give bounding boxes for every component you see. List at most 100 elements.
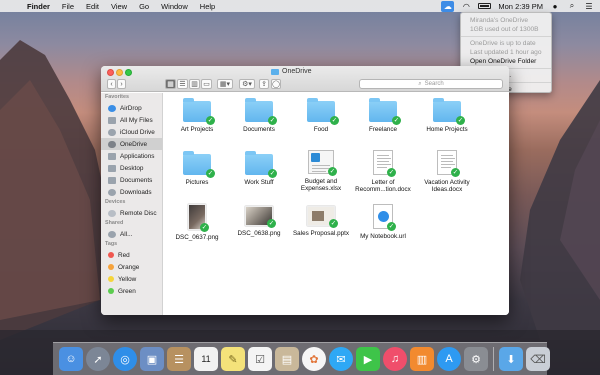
facetime-icon[interactable]: ▶ xyxy=(356,347,380,371)
onedrive-icon xyxy=(108,140,116,148)
ibooks-icon[interactable]: ▥ xyxy=(410,347,434,371)
sidebar-tag-yellow[interactable]: Yellow xyxy=(101,273,162,285)
system-preferences-icon[interactable]: ⚙ xyxy=(464,347,488,371)
menu-view[interactable]: View xyxy=(111,2,127,11)
wifi-icon[interactable]: ◠ xyxy=(461,2,471,11)
folder-icon: ✓ xyxy=(433,98,465,125)
preview-icon[interactable]: ▣ xyxy=(140,347,164,371)
file-name: Budget and Expenses.xlsx xyxy=(300,178,342,193)
menu-file[interactable]: File xyxy=(62,2,74,11)
sidebar-item-airdrop[interactable]: AirDrop xyxy=(101,102,162,114)
menu-finder[interactable]: Finder xyxy=(27,2,50,11)
finder-icon[interactable]: ☺ xyxy=(59,347,83,371)
search-input[interactable]: ⌕ Search xyxy=(359,79,503,89)
synced-check-icon: ✓ xyxy=(387,168,396,177)
action-gear-button[interactable]: ⚙▾ xyxy=(239,79,255,89)
sidebar-item-label: iCloud Drive xyxy=(120,128,155,136)
music-icon[interactable]: ♫ xyxy=(383,347,407,371)
file-item[interactable]: ✓ Vacation Activity Ideas.docx xyxy=(416,150,478,193)
file-item[interactable]: ✓ Pictures xyxy=(166,151,228,186)
file-item[interactable]: ✓ Sales Proposal.pptx xyxy=(290,206,352,237)
file-item[interactable]: ✓ Food xyxy=(290,98,352,133)
menu-edit[interactable]: Edit xyxy=(86,2,99,11)
onedrive-last-updated: Last updated 1 hour ago xyxy=(470,49,542,56)
file-name: Pictures xyxy=(185,179,209,186)
document-icon: ✓ xyxy=(373,150,396,177)
sidebar-item-label: OneDrive xyxy=(120,140,147,148)
file-name: Food xyxy=(313,126,329,133)
spotlight-search-icon[interactable]: ⌕ xyxy=(567,1,577,11)
downloads-stack-icon[interactable]: ⬇ xyxy=(499,347,523,371)
share-button[interactable]: ⇪ xyxy=(259,79,269,89)
sidebar-item-icloud-drive[interactable]: iCloud Drive xyxy=(101,126,162,138)
file-item[interactable]: ✓ Letter of Recomm...tion.docx xyxy=(352,150,414,193)
search-icon: ⌕ xyxy=(418,80,422,87)
sidebar-item-downloads[interactable]: Downloads xyxy=(101,186,162,198)
safari-icon[interactable]: ◎ xyxy=(113,347,137,371)
tags-button[interactable]: ◯ xyxy=(271,79,281,89)
calendar-icon[interactable]: 11 xyxy=(194,347,218,371)
file-item[interactable]: ✓ Budget and Expenses.xlsx xyxy=(290,150,352,192)
cloud-icon xyxy=(108,128,116,136)
close-window-button[interactable] xyxy=(107,69,114,76)
file-item[interactable]: ✓ Work Stuff xyxy=(228,151,290,186)
battery-icon[interactable] xyxy=(478,3,492,9)
onedrive-status-icon[interactable]: ☁ xyxy=(441,0,455,12)
folder-icon: ✓ xyxy=(245,151,277,178)
reminders-icon[interactable]: ☑ xyxy=(248,347,272,371)
file-name: Vacation Activity Ideas.docx xyxy=(424,179,470,194)
notification-center-icon[interactable]: ☰ xyxy=(584,2,594,11)
notes-icon[interactable]: ✎ xyxy=(221,347,245,371)
red-tag-icon xyxy=(108,252,114,258)
menubar-clock[interactable]: Mon 2:39 PM xyxy=(498,2,543,11)
file-item[interactable]: ✓ My Notebook.url xyxy=(352,204,414,240)
sidebar-tag-green[interactable]: Green xyxy=(101,285,162,297)
arrange-button[interactable]: ▦▾ xyxy=(217,79,233,89)
file-item[interactable]: ✓ Home Projects xyxy=(416,98,478,133)
sidebar-item-shared-all[interactable]: All... xyxy=(101,228,162,240)
file-name: DSC_0638.png xyxy=(237,230,281,237)
search-placeholder: Search xyxy=(424,81,444,87)
sidebar-item-onedrive[interactable]: OneDrive xyxy=(101,138,162,150)
photos-icon[interactable]: ✿ xyxy=(302,347,326,371)
sidebar-header-devices: Devices xyxy=(105,199,126,205)
app-store-icon[interactable]: A xyxy=(437,347,461,371)
back-button[interactable]: ‹ xyxy=(107,79,116,89)
sidebar-item-desktop[interactable]: Desktop xyxy=(101,162,162,174)
sidebar-item-label: Orange xyxy=(118,263,140,271)
file-name: Sales Proposal.pptx xyxy=(292,230,349,237)
onedrive-status-text: OneDrive is up to date xyxy=(470,40,536,47)
file-item[interactable]: ✓ Documents xyxy=(228,98,290,133)
file-name: Documents xyxy=(243,126,275,133)
forward-button[interactable]: › xyxy=(117,79,126,89)
file-item[interactable]: ✓ Art Projects xyxy=(166,98,228,133)
icon-view-button[interactable]: ▦ xyxy=(165,79,176,89)
menu-go[interactable]: Go xyxy=(139,2,149,11)
file-item[interactable]: ✓ DSC_0638.png xyxy=(228,206,290,237)
contacts-icon[interactable]: ☰ xyxy=(167,347,191,371)
messages-icon[interactable]: ✉ xyxy=(329,347,353,371)
trash-icon[interactable]: ⌫ xyxy=(526,347,550,371)
user-icon[interactable]: ● xyxy=(550,2,560,11)
column-view-button[interactable]: ▥ xyxy=(189,79,200,89)
open-onedrive-folder-item[interactable]: Open OneDrive Folder xyxy=(461,57,551,66)
onedrive-account-name: Miranda's OneDrive xyxy=(470,17,529,24)
sidebar-tag-orange[interactable]: Orange xyxy=(101,261,162,273)
menu-help[interactable]: Help xyxy=(200,2,215,11)
sidebar-item-documents[interactable]: Documents xyxy=(101,174,162,186)
minimize-window-button[interactable] xyxy=(116,69,123,76)
file-item[interactable]: ✓ DSC_0637.png xyxy=(166,204,228,241)
menu-bar: Finder File Edit View Go Window Help ☁ ◠… xyxy=(0,0,600,12)
cover-flow-view-button[interactable]: ▭ xyxy=(201,79,212,89)
sidebar-item-applications[interactable]: Applications xyxy=(101,150,162,162)
menu-window[interactable]: Window xyxy=(161,2,188,11)
sidebar-item-remote-disc[interactable]: Remote Disc xyxy=(101,207,162,219)
file-item[interactable]: ✓ Freelance xyxy=(352,98,414,133)
launchpad-icon[interactable]: ➚ xyxy=(86,347,110,371)
sidebar-tag-red[interactable]: Red xyxy=(101,249,162,261)
photo-booth-icon[interactable]: ▤ xyxy=(275,347,299,371)
maximize-window-button[interactable] xyxy=(125,69,132,76)
list-view-button[interactable]: ☰ xyxy=(177,79,188,89)
sidebar-item-all-my-files[interactable]: All My Files xyxy=(101,114,162,126)
file-name: Art Projects xyxy=(180,126,214,133)
